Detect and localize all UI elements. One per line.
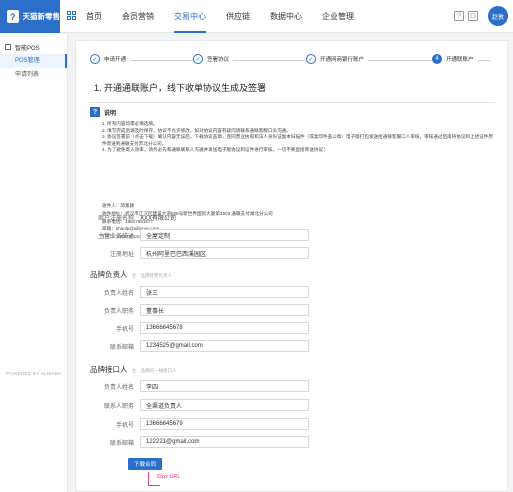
contact-title-input[interactable]: 全渠道负责人 — [140, 399, 309, 411]
user-avatar[interactable]: 赵敦 — [488, 6, 508, 26]
owner-name-input[interactable]: 张三 — [140, 286, 309, 298]
step-label: 开通网商银行账户 — [320, 57, 365, 63]
progress-steps: ✓ 申请开通 ✓ 签署协议 ✓ 开通网商银行账户 4 开通联账户 — [90, 54, 500, 68]
field-label: 联系邮箱 — [109, 440, 134, 447]
main-nav: 首页 会员营销 交易中心 供应链 数据中心 企业管理 — [86, 0, 374, 33]
merchant-name-row: 商户注册名称 XXX有限公司 — [76, 211, 176, 223]
owner-title-input[interactable]: 董事长 — [140, 304, 309, 316]
registered-address-input[interactable]: 杭州阿里巴巴西溪园区 — [140, 247, 309, 259]
help-icon[interactable]: ? — [454, 11, 464, 21]
field-label: 手机号 — [115, 422, 134, 429]
note-list: 1. 所有内容均需必填选填。 2. 填写完成后请及时保存，协议不允许修改，如对协… — [102, 121, 497, 154]
contact-phone-input[interactable]: 13666645679 — [140, 418, 309, 430]
registered-address-row: 注册地址 杭州阿里巴巴西溪园区 — [76, 247, 309, 259]
nav-member-marketing[interactable]: 会员营销 — [122, 0, 154, 33]
field-label: 注册地址 — [109, 251, 134, 258]
contact-recipient: 收件人：邱素颖 — [102, 203, 135, 208]
business-description-input[interactable]: 全屋定制 — [140, 229, 309, 241]
step-label: 申请开通 — [104, 57, 127, 63]
field-label: 商户注册名称 — [97, 215, 134, 222]
sidebar-item-pos-management[interactable]: POS管理 — [0, 54, 67, 68]
pos-icon — [5, 44, 11, 50]
sidebar-item-application-list[interactable]: 申请列表 — [0, 68, 67, 82]
field-label: 联系邮箱 — [109, 344, 134, 351]
brand-owner-section-title: 品牌负责人 注：品牌经营负责人 — [90, 269, 172, 280]
section-title: 品牌接口人 — [90, 365, 128, 374]
owner-title-row: 负责人职务 董事长 — [76, 304, 309, 316]
brand-contact-section-title: 品牌接口人 注：品牌的一线接口人 — [90, 364, 177, 375]
nav-enterprise-management[interactable]: 企业管理 — [322, 0, 354, 33]
field-label: 负责人职务 — [103, 308, 134, 315]
page-title: 1. 开通通联账户，线下收单协议生成及签署 — [90, 78, 495, 103]
owner-email-row: 联系邮箱 1234525@gmail.com — [76, 340, 309, 352]
app-logo[interactable]: ? 天猫新零售 — [0, 0, 60, 33]
note-header: ? 说明 — [90, 107, 116, 117]
download-contract-button[interactable]: 下载合同 — [128, 458, 162, 470]
logo-icon: ? — [7, 10, 19, 23]
nav-data-center[interactable]: 数据中心 — [270, 0, 302, 33]
note-title: 说明 — [104, 110, 117, 117]
top-navigation-bar: ? 天猫新零售 首页 会员营销 交易中心 供应链 数据中心 企业管理 ? ⊡ 赵… — [0, 0, 513, 33]
nav-trade-center[interactable]: 交易中心 — [174, 0, 206, 33]
step-check-icon: ✓ — [306, 54, 316, 64]
app-name: 天猫新零售 — [22, 12, 61, 21]
annotation-label: 32px URL — [156, 474, 181, 480]
note-line: 3. 协议签署前（点击下载）确认内容无误后，下载协议盖章，连同营业执照和法人身份… — [102, 134, 493, 146]
apps-grid-icon[interactable] — [67, 11, 76, 20]
contact-email-row: 联系邮箱 122221@gmail.com — [76, 436, 309, 448]
section-title: 品牌负责人 — [90, 270, 128, 279]
section-subtitle: 注：品牌的一线接口人 — [131, 368, 177, 373]
contact-phone-row: 手机号 13666645679 — [76, 418, 309, 430]
step-2: ✓ 签署协议 — [193, 54, 234, 64]
contact-name-input[interactable]: 李四 — [140, 380, 309, 392]
note-line: 1. 所有内容均需必填选填。 — [102, 121, 158, 126]
field-label: 手机号 — [115, 326, 134, 333]
section-subtitle: 注：品牌经营负责人 — [131, 273, 173, 278]
step-1: ✓ 申请开通 — [90, 54, 131, 64]
sidebar-section-pos[interactable]: 智能POS — [0, 40, 67, 54]
step-label: 开通联账户 — [446, 57, 474, 63]
owner-phone-input[interactable]: 13666645678 — [140, 322, 309, 334]
step-number: 4 — [432, 54, 442, 64]
powered-by-footer: POWERED BY ALIBABA — [6, 371, 62, 376]
nav-home[interactable]: 首页 — [86, 0, 102, 33]
question-icon: ? — [90, 107, 100, 117]
contact-title-row: 联系人职务 全渠道负责人 — [76, 399, 309, 411]
contact-email-input[interactable]: 122221@gmail.com — [140, 436, 309, 448]
main-card: ✓ 申请开通 ✓ 签署协议 ✓ 开通网商银行账户 4 开通联账户 1. 开通通联… — [75, 40, 508, 492]
owner-email-input[interactable]: 1234525@gmail.com — [140, 340, 309, 352]
business-description-row: 主营业务描述 全屋定制 — [76, 229, 309, 241]
note-line: 4. 为了避免寄入效率，请务必先和通联联系人沟通并发送电子版协议和证件进行审核，… — [102, 147, 328, 153]
merchant-name-value: XXX有限公司 — [140, 215, 177, 222]
settings-icon[interactable]: ⊡ — [468, 11, 478, 21]
step-4: 4 开通联账户 — [432, 54, 478, 64]
field-label: 负责人姓名 — [103, 384, 134, 391]
step-3: ✓ 开通网商银行账户 — [306, 54, 369, 64]
sidebar: 智能POS POS管理 申请列表 POWERED BY ALIBABA — [0, 34, 68, 492]
field-label: 主营业务描述 — [97, 233, 134, 240]
step-label: 签署协议 — [207, 57, 230, 63]
owner-phone-row: 手机号 13666645678 — [76, 322, 309, 334]
nav-supply-chain[interactable]: 供应链 — [226, 0, 250, 33]
contact-name-row: 负责人姓名 李四 — [76, 380, 309, 392]
owner-name-row: 负责人姓名 张三 — [76, 286, 309, 298]
step-check-icon: ✓ — [193, 54, 203, 64]
step-check-icon: ✓ — [90, 54, 100, 64]
field-label: 负责人姓名 — [103, 290, 134, 297]
field-label: 联系人职务 — [103, 403, 134, 410]
sidebar-section-label: 智能POS — [15, 45, 40, 52]
